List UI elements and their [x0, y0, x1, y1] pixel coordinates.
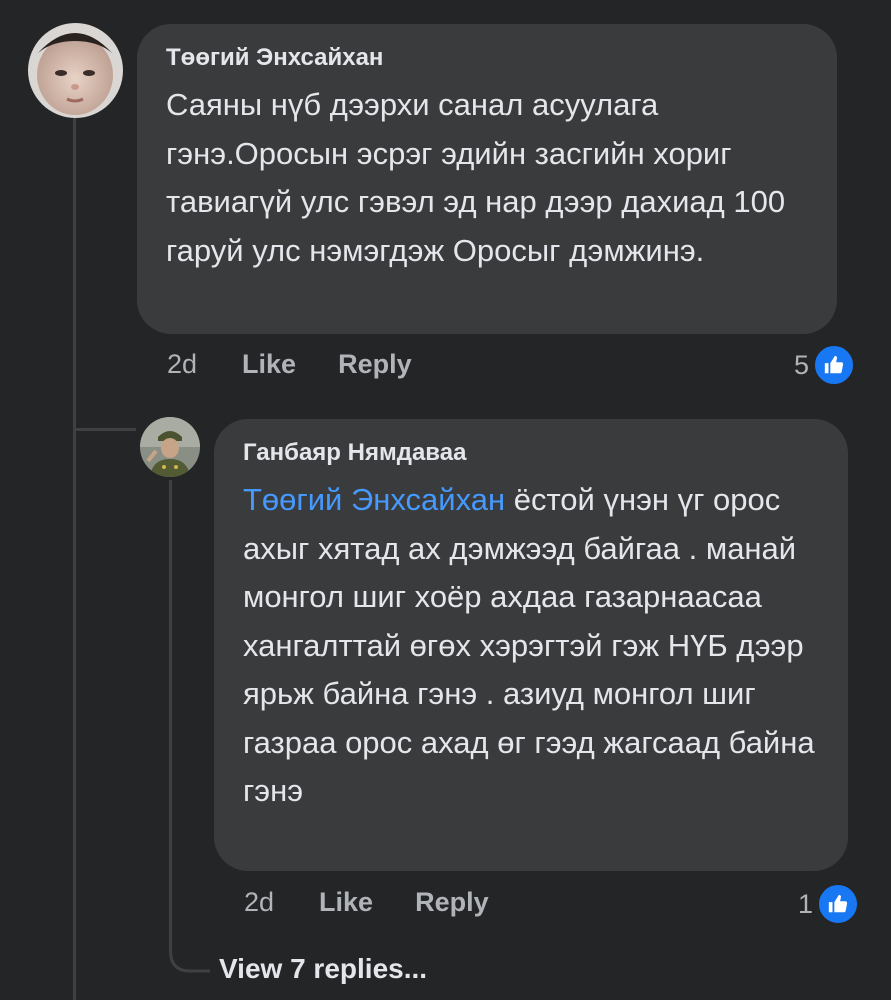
comment-author[interactable]: Төөгий Энхсайхан — [166, 44, 809, 72]
avatar[interactable] — [28, 23, 123, 118]
reply-actions: 2d Like Reply — [244, 887, 531, 918]
reply-button[interactable]: Reply — [415, 887, 489, 918]
thread-line-reply — [169, 480, 172, 920]
reply-arrow-icon — [169, 915, 210, 973]
thread-line-branch — [76, 428, 136, 431]
reply-text: Төөгий Энхсайхан ёстой үнэн үг орос ахыг… — [243, 476, 828, 816]
reply-button[interactable]: Reply — [338, 349, 412, 380]
like-button[interactable]: Like — [242, 349, 296, 380]
reply-author[interactable]: Ганбаяр Нямдаваа — [243, 439, 828, 467]
like-button[interactable]: Like — [319, 887, 373, 918]
comment-actions: 2d Like Reply — [167, 349, 454, 380]
reply-timestamp[interactable]: 2d — [244, 887, 274, 918]
reaction-count: 1 — [798, 888, 814, 919]
mention-link[interactable]: Төөгий Энхсайхан — [243, 482, 505, 517]
reaction-count: 5 — [794, 349, 810, 380]
reply-text-body: ёстой үнэн үг орос ахыг хятад ах дэмжээд… — [243, 482, 815, 808]
reaction-summary[interactable]: 1 — [798, 883, 860, 925]
like-reaction-icon — [813, 344, 856, 386]
thread-line-main — [73, 118, 76, 1000]
avatar[interactable] — [140, 417, 200, 477]
comment-timestamp[interactable]: 2d — [167, 349, 197, 380]
comment-bubble: Төөгий Энхсайхан Саяны нүб дээрхи санал … — [137, 24, 837, 334]
reply-bubble: Ганбаяр Нямдаваа Төөгий Энхсайхан ёстой … — [214, 419, 848, 871]
reaction-summary[interactable]: 5 — [794, 344, 856, 386]
like-reaction-icon — [817, 883, 860, 925]
view-replies-link[interactable]: View 7 replies... — [219, 953, 427, 985]
comment-text: Саяны нүб дээрхи санал асуулага гэнэ.Оро… — [166, 87, 786, 268]
